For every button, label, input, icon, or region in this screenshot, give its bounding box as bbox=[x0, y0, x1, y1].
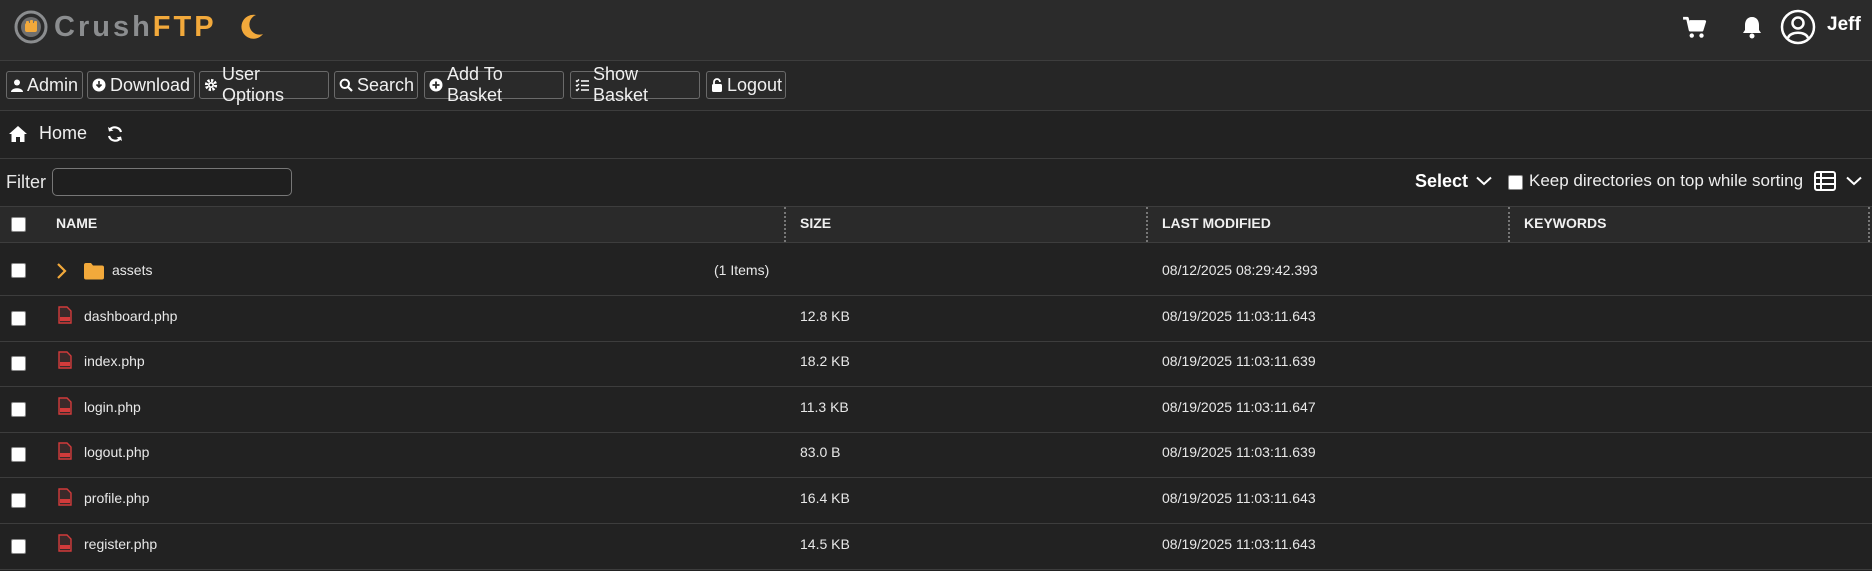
bell-icon[interactable] bbox=[1741, 15, 1763, 39]
row-checkbox[interactable] bbox=[11, 356, 26, 371]
add-to-basket-button[interactable]: Add To Basket bbox=[424, 64, 564, 105]
logo-text-ftp: FTP bbox=[152, 10, 217, 43]
file-name[interactable]: register.php bbox=[84, 536, 157, 552]
file-modified: 08/19/2025 11:03:11.639 bbox=[1162, 444, 1316, 460]
table-row[interactable]: index.php 18.2 KB 08/19/2025 11:03:11.63… bbox=[0, 341, 1872, 387]
logout-button-label: Logout bbox=[727, 74, 783, 95]
column-resize-handle[interactable] bbox=[784, 207, 786, 242]
file-modified: 08/19/2025 11:03:11.647 bbox=[1162, 399, 1316, 415]
home-icon[interactable] bbox=[8, 125, 28, 143]
gear-icon bbox=[204, 78, 218, 92]
search-button-label: Search bbox=[357, 74, 415, 95]
refresh-icon[interactable] bbox=[106, 125, 124, 143]
admin-button-label: Admin bbox=[27, 74, 79, 95]
php-file-icon bbox=[58, 534, 72, 552]
chevron-right-icon[interactable] bbox=[56, 262, 68, 280]
file-modified: 08/12/2025 08:29:42.393 bbox=[1162, 262, 1318, 278]
file-size: 11.3 KB bbox=[800, 399, 849, 415]
table-row[interactable]: register.php 14.5 KB 08/19/2025 11:03:11… bbox=[0, 524, 1872, 570]
user-avatar-icon[interactable] bbox=[1780, 9, 1816, 45]
download-icon bbox=[92, 78, 106, 92]
file-modified: 08/19/2025 11:03:11.643 bbox=[1162, 536, 1316, 552]
table-row[interactable]: dashboard.php 12.8 KB 08/19/2025 11:03:1… bbox=[0, 296, 1872, 342]
logo-text-crush: Crush bbox=[54, 10, 153, 43]
table-header: NAME SIZE LAST MODIFIED KEYWORDS bbox=[0, 207, 1872, 243]
plus-circle-icon bbox=[429, 78, 443, 92]
column-resize-handle[interactable] bbox=[1146, 207, 1148, 242]
row-checkbox[interactable] bbox=[11, 311, 26, 326]
php-file-icon bbox=[58, 488, 72, 506]
column-resize-handle[interactable] bbox=[1868, 207, 1870, 242]
user-options-button[interactable]: User Options bbox=[199, 64, 329, 105]
cart-icon[interactable] bbox=[1682, 15, 1708, 41]
user-options-button-label: User Options bbox=[222, 64, 285, 105]
column-header-keywords[interactable]: KEYWORDS bbox=[1524, 207, 1606, 242]
file-modified: 08/19/2025 11:03:11.643 bbox=[1162, 308, 1316, 324]
logo[interactable]: CrushFTP bbox=[14, 10, 265, 44]
row-checkbox[interactable] bbox=[11, 402, 26, 417]
user-icon bbox=[11, 79, 23, 92]
file-size: 83.0 B bbox=[800, 444, 841, 460]
add-to-basket-button-label: Add To Basket bbox=[447, 64, 503, 105]
list-icon bbox=[575, 79, 589, 92]
show-basket-button-label: Show Basket bbox=[593, 64, 649, 105]
chevron-down-icon[interactable] bbox=[1476, 176, 1492, 186]
file-name[interactable]: assets bbox=[112, 262, 152, 278]
file-modified: 08/19/2025 11:03:11.643 bbox=[1162, 490, 1316, 506]
unlock-icon bbox=[712, 78, 722, 92]
search-icon bbox=[339, 78, 353, 92]
row-checkbox[interactable] bbox=[11, 493, 26, 508]
row-checkbox[interactable] bbox=[11, 447, 26, 462]
file-name[interactable]: dashboard.php bbox=[84, 308, 177, 324]
php-file-icon bbox=[58, 351, 72, 369]
file-modified: 08/19/2025 11:03:11.639 bbox=[1162, 353, 1316, 369]
crushftp-logo-icon bbox=[14, 10, 48, 44]
download-button[interactable]: Download bbox=[87, 71, 195, 99]
file-size: 14.5 KB bbox=[800, 536, 850, 552]
toolbar: Admin Download User Options Search Add T… bbox=[0, 61, 1872, 111]
file-name[interactable]: profile.php bbox=[84, 490, 149, 506]
view-chevron-down-icon[interactable] bbox=[1846, 176, 1862, 186]
filter-bar: Filter Select Keep directories on top wh… bbox=[0, 159, 1872, 207]
php-file-icon bbox=[58, 442, 72, 460]
php-file-icon bbox=[58, 397, 72, 415]
file-size: 18.2 KB bbox=[800, 353, 850, 369]
top-bar: CrushFTP Jeff bbox=[0, 0, 1872, 61]
file-size: 16.4 KB bbox=[800, 490, 850, 506]
filter-input[interactable] bbox=[52, 168, 292, 196]
select-dropdown[interactable]: Select bbox=[1415, 171, 1468, 192]
logo-text: CrushFTP bbox=[54, 11, 217, 44]
username[interactable]: Jeff bbox=[1827, 14, 1861, 36]
file-name[interactable]: login.php bbox=[84, 399, 141, 415]
column-resize-handle[interactable] bbox=[1508, 207, 1510, 242]
file-name[interactable]: index.php bbox=[84, 353, 145, 369]
file-size: 12.8 KB bbox=[800, 308, 850, 324]
table-row[interactable]: logout.php 83.0 B 08/19/2025 11:03:11.63… bbox=[0, 432, 1872, 478]
row-checkbox[interactable] bbox=[11, 539, 26, 554]
column-header-name[interactable]: NAME bbox=[56, 207, 97, 242]
file-name[interactable]: logout.php bbox=[84, 444, 149, 460]
column-header-last-modified[interactable]: LAST MODIFIED bbox=[1162, 207, 1271, 242]
breadcrumb-home[interactable]: Home bbox=[39, 123, 87, 144]
table-row[interactable]: login.php 11.3 KB 08/19/2025 11:03:11.64… bbox=[0, 387, 1872, 433]
folder-icon bbox=[84, 263, 104, 280]
breadcrumb: Home bbox=[0, 111, 1872, 159]
table-view-icon[interactable] bbox=[1814, 171, 1836, 191]
moon-icon[interactable] bbox=[239, 13, 265, 41]
search-button[interactable]: Search bbox=[334, 71, 418, 99]
select-all-checkbox[interactable] bbox=[11, 217, 26, 232]
column-header-size[interactable]: SIZE bbox=[800, 207, 831, 242]
filter-label: Filter bbox=[6, 172, 46, 192]
table-row[interactable]: profile.php 16.4 KB 08/19/2025 11:03:11.… bbox=[0, 478, 1872, 524]
row-checkbox[interactable] bbox=[11, 263, 26, 278]
keep-directories-checkbox[interactable] bbox=[1508, 175, 1523, 190]
php-file-icon bbox=[58, 306, 72, 324]
show-basket-button[interactable]: Show Basket bbox=[570, 64, 700, 105]
download-button-label: Download bbox=[110, 74, 191, 95]
table-row[interactable]: assets (1 Items) 08/12/2025 08:29:42.393 bbox=[0, 243, 1872, 296]
logout-button[interactable]: Logout bbox=[706, 71, 786, 99]
admin-button[interactable]: Admin bbox=[6, 71, 83, 99]
folder-item-count: (1 Items) bbox=[714, 262, 770, 278]
keep-directories-label[interactable]: Keep directories on top while sorting bbox=[1529, 171, 1803, 191]
